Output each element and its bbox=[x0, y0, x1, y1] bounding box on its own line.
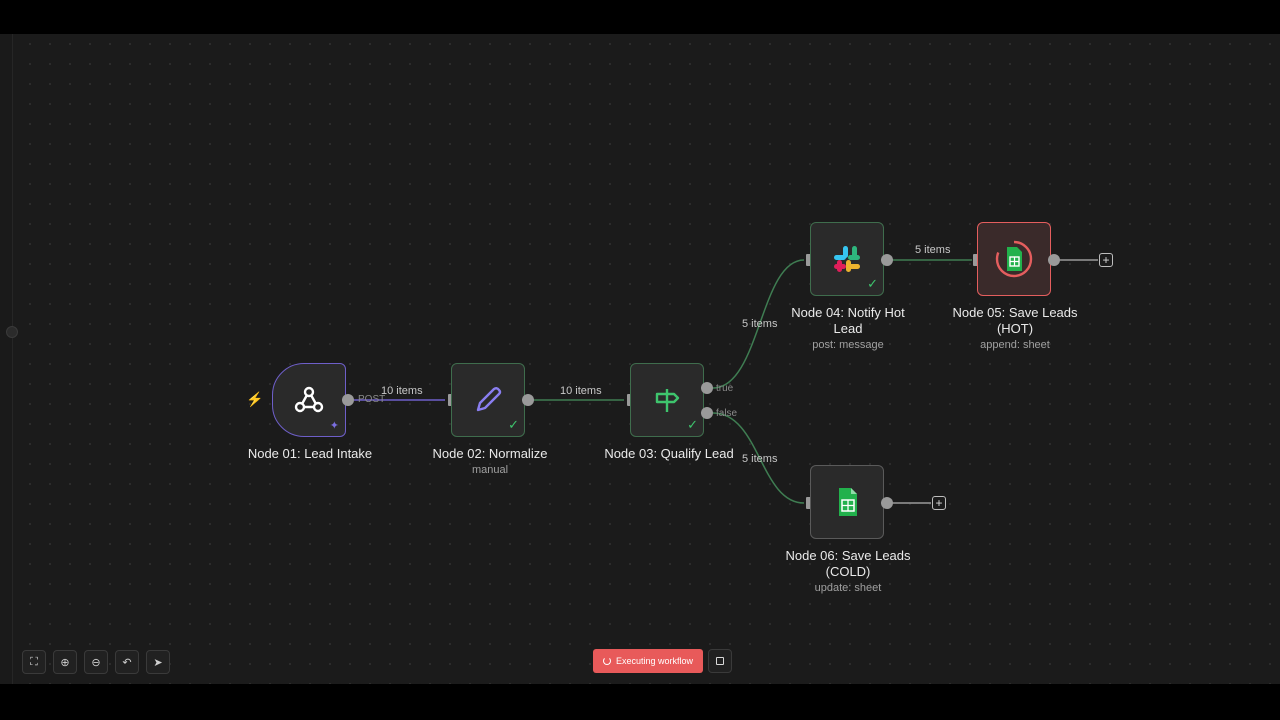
canvas-toolbar: ⛶ ⊕ ⊖ ↶ ➤ bbox=[22, 650, 170, 674]
slack-icon bbox=[834, 246, 860, 272]
edge-04-label: 5 items bbox=[915, 244, 951, 256]
stop-icon bbox=[716, 657, 724, 665]
stop-execution-button[interactable] bbox=[708, 649, 732, 673]
sheets-running-icon bbox=[995, 240, 1033, 278]
connections-layer bbox=[354, 259, 1098, 504]
port-label-false: false bbox=[716, 408, 738, 419]
success-check-icon: ✓ bbox=[687, 417, 698, 432]
trigger-bolt-icon: ⚡ bbox=[246, 391, 264, 407]
node-06-output-handle[interactable] bbox=[881, 497, 893, 509]
node-05-title: Node 05: Save Leads (HOT) bbox=[940, 305, 1090, 337]
success-check-icon: ✓ bbox=[867, 276, 878, 291]
node-04-title-line1: Node 04: Notify Hot bbox=[791, 305, 905, 320]
webhook-icon bbox=[294, 386, 324, 413]
edge-02-label: 10 items bbox=[560, 385, 602, 397]
node-04-subtitle: post: message bbox=[812, 339, 884, 351]
edge-03-false-label: 5 items bbox=[742, 453, 778, 465]
node-01-lead-intake[interactable]: ✦ bbox=[272, 363, 346, 437]
node-02-normalize[interactable]: ✓ bbox=[451, 363, 525, 437]
node-04-title: Node 04: Notify Hot Lead bbox=[773, 305, 923, 337]
node-04-notify-hot-lead[interactable]: ✓ bbox=[810, 222, 884, 296]
node-03-true-handle[interactable] bbox=[701, 382, 713, 394]
edge-01-label: 10 items bbox=[381, 385, 423, 397]
node-02-title: Node 02: Normalize bbox=[432, 446, 548, 461]
signpost-icon bbox=[655, 389, 680, 412]
node-04-output-handle[interactable] bbox=[881, 254, 893, 266]
node-05-subtitle: append: sheet bbox=[980, 339, 1050, 351]
executing-workflow-button[interactable]: Executing workflow bbox=[593, 649, 703, 673]
zoom-out-icon[interactable]: ⊖ bbox=[84, 650, 108, 674]
node-01-title: Node 01: Lead Intake bbox=[247, 446, 373, 461]
node-06-save-leads-cold[interactable] bbox=[810, 465, 884, 539]
add-node-plus-icon[interactable]: + bbox=[1099, 253, 1113, 267]
node-06-subtitle: update: sheet bbox=[814, 582, 882, 594]
node-03-qualify-lead[interactable]: ✓ bbox=[630, 363, 704, 437]
google-sheets-icon bbox=[839, 488, 857, 516]
success-check-icon: ✓ bbox=[508, 417, 519, 432]
undo-icon[interactable]: ↶ bbox=[115, 650, 139, 674]
node-04-title-line2: Lead bbox=[833, 321, 863, 336]
pencil-icon bbox=[476, 387, 502, 412]
cursor-icon[interactable]: ➤ bbox=[146, 650, 170, 674]
node-05-title-line1: Node 05: Save Leads bbox=[952, 305, 1078, 320]
spinner-icon bbox=[602, 657, 611, 665]
workflow-canvas[interactable]: ⚡ ✦ POST Node 01: Lead Intake 10 items ✓… bbox=[0, 34, 1280, 684]
port-label-true: true bbox=[716, 383, 734, 394]
node-03-title: Node 03: Qualify Lead bbox=[604, 446, 734, 461]
node-06-title-line2: (COLD) bbox=[825, 564, 871, 579]
fit-view-icon[interactable]: ⛶ bbox=[22, 650, 46, 674]
node-05-title-line2: (HOT) bbox=[996, 321, 1034, 336]
node-01-output-handle[interactable] bbox=[342, 394, 354, 406]
node-02-output-handle[interactable] bbox=[522, 394, 534, 406]
pin-icon: ✦ bbox=[329, 420, 339, 432]
node-05-output-handle[interactable] bbox=[1048, 254, 1060, 266]
node-05-save-leads-hot[interactable] bbox=[977, 222, 1051, 296]
add-node-plus-icon[interactable]: + bbox=[932, 496, 946, 510]
node-06-title-line1: Node 06: Save Leads bbox=[785, 548, 911, 563]
zoom-in-icon[interactable]: ⊕ bbox=[53, 650, 77, 674]
execute-label: Executing workflow bbox=[615, 656, 694, 666]
node-02-subtitle: manual bbox=[471, 464, 509, 476]
node-06-title: Node 06: Save Leads (COLD) bbox=[773, 548, 923, 580]
node-03-false-handle[interactable] bbox=[701, 407, 713, 419]
